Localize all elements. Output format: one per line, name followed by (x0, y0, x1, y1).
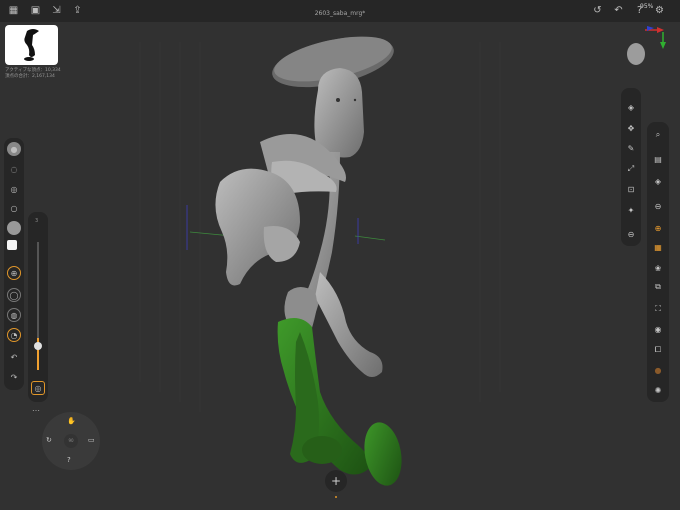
butterfly-icon[interactable]: ❀ (651, 261, 665, 275)
rotate-icon[interactable]: ↻ (46, 436, 52, 444)
add-button[interactable]: + (325, 470, 347, 492)
minus-icon[interactable]: ⊖ (624, 227, 638, 241)
brush-off-icon[interactable]: ◎ (7, 182, 21, 196)
battery-status: 95% (640, 3, 654, 10)
history-icon[interactable]: ↺ (591, 4, 604, 17)
symmetry-icon[interactable]: ⊕ (7, 266, 21, 280)
model-thumbnail[interactable] (5, 25, 58, 65)
pin-icon[interactable]: ✥ (624, 121, 638, 135)
sculpt-viewport[interactable] (0, 22, 680, 510)
draw-intensity-icon[interactable]: ◍ (7, 308, 21, 322)
circle-icon[interactable]: ○ (7, 201, 21, 215)
left-glove (215, 168, 300, 286)
more-options-icon[interactable]: … (32, 404, 40, 413)
right-toolbar-main: ⌕ ▤ ◈ ⊖ ⊕ ▦ ❀ ⧉ ⛶ ◉ ⧠ ● ✺ (647, 122, 669, 402)
right-toolbar-top: ◈ ✥ ✎ ⤢ ⊡ ✦ ⊖ (621, 88, 641, 246)
total-points: 頂点の合計：2,167,134 (5, 74, 55, 79)
document-title: 2603_saba_mrg* (314, 10, 366, 17)
right-arm (315, 272, 383, 377)
stroke-settings-icon[interactable]: ◎ (31, 381, 45, 395)
magic-icon[interactable]: ✦ (624, 203, 638, 217)
mirror-icon[interactable]: ⧉ (651, 280, 665, 294)
matcap-icon[interactable] (7, 221, 21, 235)
camera-view-icon[interactable]: ▭ (88, 436, 95, 444)
left-toolbar: ● ◌ ◎ ○ ⊕ ◯ ◍ ◔ ↶ ↷ (4, 138, 24, 390)
transform-icon[interactable]: ⤢ (624, 162, 638, 176)
stack-icon[interactable]: ◈ (651, 174, 665, 188)
undo-icon[interactable]: ↶ (7, 350, 21, 364)
right-foot (364, 422, 402, 486)
draw-size-icon[interactable]: ◯ (7, 288, 21, 302)
brush-icon[interactable]: ✎ (624, 141, 638, 155)
navigation-wheel[interactable]: ✋ ↻ 90 ▭ ? (42, 412, 100, 470)
layers-icon[interactable]: ◈ (624, 100, 638, 114)
size-slider-panel: 3 ◎ (28, 212, 48, 402)
undo-top-icon[interactable]: ↶ (612, 4, 625, 17)
pan-icon[interactable]: ✋ (67, 417, 76, 425)
head (314, 68, 364, 158)
sphere-icon[interactable]: ● (7, 142, 21, 156)
paint-icon[interactable]: ● (651, 363, 665, 377)
silhouette-icon (24, 29, 39, 61)
minus-circle-icon[interactable]: ⊖ (651, 199, 665, 213)
lightbulb-icon[interactable]: ✺ (651, 383, 665, 397)
copy-icon[interactable]: ⧠ (651, 343, 665, 357)
left-foot (302, 436, 342, 464)
settings-icon[interactable]: ⚙ (653, 4, 666, 17)
top-bar: ▦ ▣ ⇲ ⇪ 2603_saba_mrg* ↺ ↶ ? ⚙ 95% (0, 0, 680, 22)
color-swatch-icon[interactable] (7, 240, 17, 250)
slider-label: 3 (35, 218, 39, 224)
grid-view-icon[interactable]: ▦ (651, 240, 665, 254)
mask-icon[interactable]: ⊡ (624, 182, 638, 196)
slider-thumb[interactable] (34, 342, 42, 350)
fit-icon[interactable]: ⛶ (651, 302, 665, 316)
camera-icon[interactable]: ◉ (651, 322, 665, 336)
globe-icon[interactable]: ⊕ (651, 221, 665, 235)
nav-help-icon[interactable]: ? (67, 456, 71, 464)
orientation-gizmo[interactable] (622, 22, 668, 68)
photo-icon[interactable]: ▤ (651, 152, 665, 166)
stroke-icon[interactable]: ◔ (7, 328, 21, 342)
model-canvas[interactable] (0, 22, 680, 510)
page-indicator (335, 496, 337, 498)
redo-icon[interactable]: ↷ (7, 370, 21, 384)
search-icon[interactable]: ⌕ (651, 128, 665, 142)
nav-center[interactable]: 90 (64, 434, 78, 448)
lasso-icon[interactable]: ◌ (7, 162, 21, 176)
